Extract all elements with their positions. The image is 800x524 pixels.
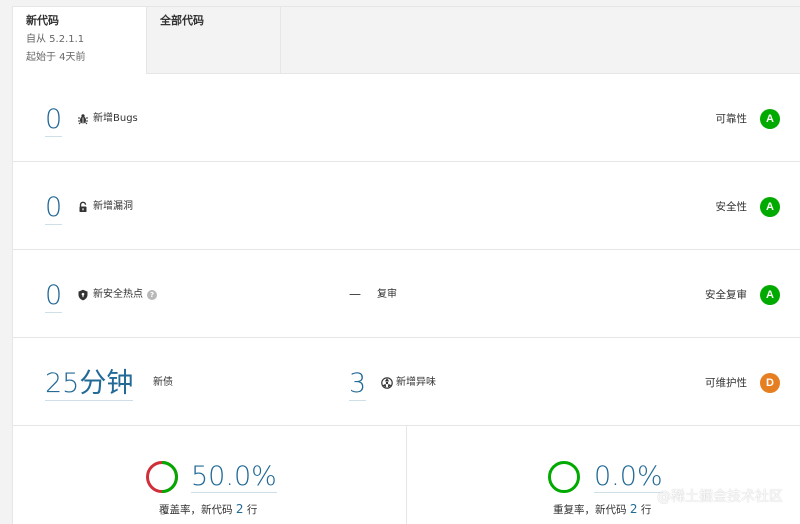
coverage-lines-count[interactable]: 2 bbox=[236, 502, 244, 516]
security-rating-label: 安全性 bbox=[715, 201, 748, 213]
new-hotspots-label: 新安全热点 bbox=[93, 289, 143, 300]
tab-overall-code-title: 全部代码 bbox=[160, 14, 204, 27]
security-review-rating-badge[interactable]: A bbox=[760, 285, 780, 305]
maintainability-row: 25分钟 新债 3 新增异味 可维护性 D bbox=[13, 338, 800, 426]
new-bugs-value[interactable]: 0 bbox=[45, 105, 63, 137]
quality-gate-page: 新代码 自从 5.2.1.1 起始于 4天前 全部代码 0 新增Bugs 可靠性… bbox=[0, 0, 800, 524]
duplications-value[interactable]: 0.0% bbox=[594, 462, 663, 493]
help-icon[interactable]: ? bbox=[147, 290, 157, 300]
duplications-donut-icon bbox=[548, 461, 580, 493]
bug-icon bbox=[77, 113, 89, 125]
reliability-rating-label: 可靠性 bbox=[715, 113, 748, 125]
coverage-value[interactable]: 50.0% bbox=[191, 462, 277, 493]
tabs-filler bbox=[281, 6, 800, 74]
coverage-caption-prefix: 覆盖率，新代码 bbox=[159, 504, 233, 516]
hotspots-review-label: 复审 bbox=[377, 289, 397, 300]
new-debt-value[interactable]: 25分钟 bbox=[45, 369, 134, 401]
measures-panel: 0 新增Bugs 可靠性 A 0 新增漏洞 安全性 A 0 新安全热点 ? — … bbox=[12, 74, 800, 524]
duplications-caption: 重复率，新代码 2 行 bbox=[553, 502, 651, 517]
hotspots-row: 0 新安全热点 ? — 复审 安全复审 A bbox=[13, 250, 800, 338]
new-debt-label: 新债 bbox=[153, 377, 173, 388]
reliability-rating-badge[interactable]: A bbox=[760, 109, 780, 129]
security-rating-badge[interactable]: A bbox=[760, 197, 780, 217]
maintainability-rating-label: 可维护性 bbox=[705, 377, 747, 389]
new-code-smells-value[interactable]: 3 bbox=[349, 369, 367, 401]
duplications-card: 0.0% 重复率，新代码 2 行 @稀土掘金技术社区 bbox=[407, 426, 800, 524]
tab-overall-code[interactable]: 全部代码 bbox=[147, 6, 281, 74]
tab-new-code-started: 起始于 4天前 bbox=[26, 52, 86, 63]
maintainability-rating-badge[interactable]: D bbox=[760, 373, 780, 393]
duplications-caption-prefix: 重复率，新代码 bbox=[553, 504, 627, 516]
lock-icon bbox=[77, 201, 89, 213]
coverage-caption: 覆盖率，新代码 2 行 bbox=[159, 502, 257, 517]
new-vulnerabilities-value[interactable]: 0 bbox=[45, 193, 63, 225]
duplications-caption-suffix: 行 bbox=[640, 504, 652, 516]
period-tabs: 新代码 自从 5.2.1.1 起始于 4天前 全部代码 bbox=[12, 6, 800, 74]
tab-new-code[interactable]: 新代码 自从 5.2.1.1 起始于 4天前 bbox=[12, 6, 147, 74]
coverage-card: 50.0% 覆盖率，新代码 2 行 bbox=[13, 426, 407, 524]
shield-icon bbox=[77, 289, 89, 301]
coverage-section: 50.0% 覆盖率，新代码 2 行 0.0% 重复率，新代码 2 行 @稀土掘金… bbox=[13, 426, 800, 524]
new-vulnerabilities-label: 新增漏洞 bbox=[93, 201, 133, 212]
security-row: 0 新增漏洞 安全性 A bbox=[13, 162, 800, 250]
code-smell-icon bbox=[381, 377, 393, 389]
security-review-rating-label: 安全复审 bbox=[705, 289, 747, 301]
tab-new-code-since: 自从 5.2.1.1 bbox=[26, 34, 85, 45]
coverage-caption-suffix: 行 bbox=[246, 504, 258, 516]
coverage-donut-icon bbox=[146, 461, 178, 493]
hotspots-review-value: — bbox=[349, 287, 361, 301]
new-hotspots-value[interactable]: 0 bbox=[45, 281, 63, 313]
watermark: @稀土掘金技术社区 bbox=[657, 489, 783, 505]
tab-new-code-title: 新代码 bbox=[26, 14, 59, 27]
new-bugs-label: 新增Bugs bbox=[93, 113, 138, 124]
duplications-lines-count[interactable]: 2 bbox=[630, 502, 638, 516]
new-code-smells-label: 新增异味 bbox=[396, 377, 436, 388]
reliability-row: 0 新增Bugs 可靠性 A bbox=[13, 74, 800, 162]
